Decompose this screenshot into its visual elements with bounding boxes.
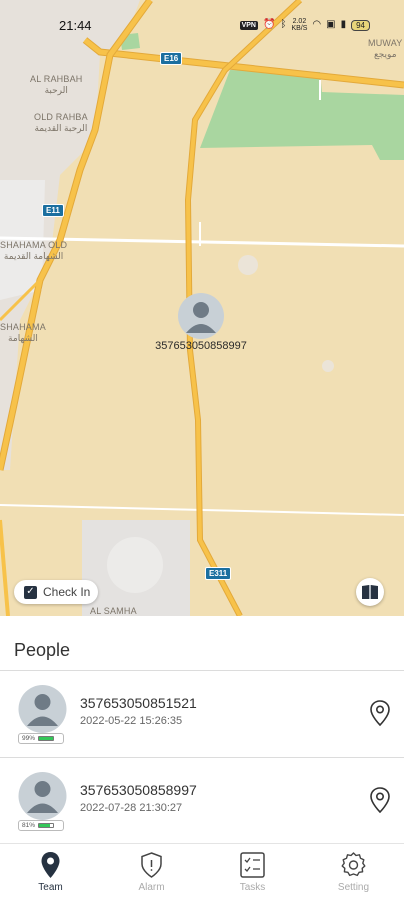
status-time: 21:44 — [59, 18, 92, 33]
device-marker[interactable]: 357653050858997 — [147, 293, 255, 352]
place-label-al-samha: AL SAMHA — [90, 606, 137, 616]
avatar — [15, 685, 70, 733]
tab-label: Team — [38, 882, 63, 893]
people-panel: People 99% 357653050851521 2022-05-22 15… — [0, 616, 404, 844]
road-shield-e11: E11 — [42, 204, 64, 217]
gear-icon — [341, 852, 366, 877]
check-in-label: Check In — [43, 585, 91, 599]
last-seen-time: 2022-05-22 15:26:35 — [80, 715, 183, 727]
map-layers-button[interactable] — [356, 578, 384, 606]
tab-label: Setting — [337, 882, 370, 893]
people-title: People — [14, 640, 71, 660]
alarm-icon: ⏰ — [262, 19, 276, 30]
vpn-icon: VPN — [239, 20, 258, 30]
place-label-old-rahba: OLD RAHBA الرحبة القديمة — [34, 112, 88, 133]
battery-icon — [38, 823, 55, 828]
battery-percent: 81% — [22, 822, 36, 829]
bluetooth-icon: ᛒ — [280, 19, 287, 30]
place-label-al-rahbah: AL RAHBAH الرحبة — [30, 74, 83, 95]
signal-icon: ▮ — [340, 19, 347, 30]
battery-icon: 94 — [351, 19, 370, 31]
place-label-muway: MUWAY مويجع — [368, 38, 403, 59]
tab-label: Tasks — [239, 882, 266, 893]
status-icons: VPN ⏰ ᛒ 2.02 KB/S ◠ ▣ ▮ 94 — [239, 18, 370, 32]
place-label-shahama-old: SHAHAMA OLD الشهامة القديمة — [0, 240, 68, 261]
tab-label: Alarm — [138, 882, 165, 893]
road-shield-e311: E311 — [205, 567, 232, 580]
battery-icon — [38, 736, 55, 741]
check-in-button[interactable]: ✓ Check In — [14, 580, 99, 604]
bottom-tab-bar: Team Alarm Tasks Setting — [0, 843, 404, 900]
location-pin-icon — [370, 787, 390, 814]
battery-indicator: 81% — [18, 820, 64, 831]
last-seen-time: 2022-07-28 21:30:27 — [80, 802, 183, 814]
tab-tasks[interactable]: Tasks — [202, 844, 303, 900]
place-label-shahama: SHAHAMA الشهامة — [0, 322, 46, 343]
person-row[interactable]: 81% 357653050858997 2022-07-28 21:30:27 — [0, 758, 404, 844]
app-screen: AL RAHBAH الرحبة OLD RAHBA الرحبة القديمة … — [0, 0, 404, 900]
avatar — [174, 293, 228, 339]
avatar — [15, 772, 70, 820]
tab-alarm[interactable]: Alarm — [101, 844, 202, 900]
battery-percent: 99% — [22, 735, 36, 742]
person-row[interactable]: 99% 357653050851521 2022-05-22 15:26:35 — [0, 671, 404, 757]
tab-team[interactable]: Team — [0, 844, 101, 900]
locate-button[interactable] — [369, 786, 391, 814]
device-marker-label: 357653050858997 — [155, 340, 247, 352]
tab-setting[interactable]: Setting — [303, 844, 404, 900]
status-bar: 21:44 VPN ⏰ ᛒ 2.02 KB/S ◠ ▣ ▮ 94 — [0, 0, 404, 38]
map-view[interactable]: AL RAHBAH الرحبة OLD RAHBA الرحبة القديمة … — [0, 0, 404, 616]
battery-indicator: 99% — [18, 733, 64, 744]
location-pin-icon — [41, 852, 60, 878]
shield-alert-icon — [141, 852, 162, 878]
location-pin-icon — [370, 700, 390, 727]
checkbox-checked-icon[interactable]: ✓ — [24, 585, 37, 599]
checklist-icon — [240, 852, 265, 878]
road-shield-e16: E16 — [160, 52, 183, 65]
device-id: 357653050851521 — [80, 695, 197, 711]
network-speed: 2.02 KB/S — [291, 18, 308, 32]
wifi-icon: ◠ — [312, 19, 322, 30]
book-map-icon — [362, 585, 378, 599]
sim-icon: ▣ — [326, 19, 336, 30]
device-id: 357653050858997 — [80, 782, 197, 798]
locate-button[interactable] — [369, 699, 391, 727]
